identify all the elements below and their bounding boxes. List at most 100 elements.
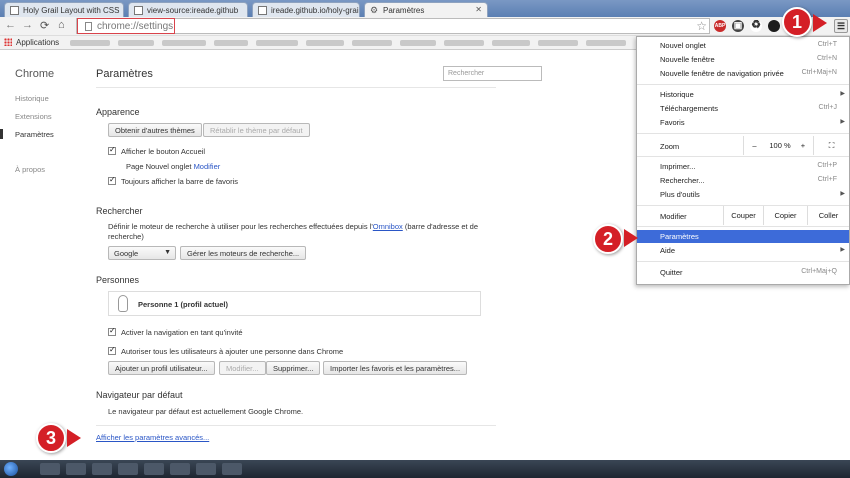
address-bar[interactable]: chrome://settings ☆	[76, 18, 710, 34]
back-icon[interactable]: ←	[5, 19, 16, 31]
step-badge-1: 1	[782, 7, 812, 37]
people-heading: Personnes	[96, 275, 140, 285]
divider	[96, 425, 496, 426]
guest-browsing-checkbox[interactable]: Activer la navigation en tant qu'invité	[108, 326, 243, 337]
menu-label: Zoom	[660, 142, 680, 151]
menu-label: Historique	[660, 90, 694, 99]
menu-item-more-tools[interactable]: Plus d'outils ▶	[637, 188, 849, 201]
sidebar-item-history[interactable]: Historique	[15, 94, 49, 103]
tab-ireade[interactable]: ireade.github.io/holy-grai	[252, 2, 360, 17]
manage-search-engines-button[interactable]: Gérer les moteurs de recherche...	[180, 246, 307, 260]
search-engine-select[interactable]: Google ▼	[108, 246, 176, 260]
sidebar-item-settings[interactable]: Paramètres	[15, 130, 54, 139]
menu-item-quit[interactable]: Quitter Ctrl+Maj+Q	[637, 266, 849, 279]
bookmark-item[interactable]	[306, 40, 344, 46]
close-tab-icon[interactable]: ✕	[475, 5, 482, 14]
bookmark-item[interactable]	[214, 40, 248, 46]
bookmark-star-icon[interactable]: ☆	[696, 19, 707, 33]
sidebar-title: Chrome	[15, 68, 55, 80]
menu-item-bookmarks[interactable]: Favoris ▶	[637, 116, 849, 129]
taskbar-app[interactable]	[92, 463, 112, 475]
recycle-icon[interactable]: ♻	[750, 20, 762, 32]
taskbar-app[interactable]	[40, 463, 60, 475]
get-themes-button[interactable]: Obtenir d'autres thèmes	[108, 123, 202, 137]
settings-search-input[interactable]: Rechercher	[443, 66, 542, 81]
home-icon[interactable]: ⌂	[58, 19, 65, 31]
default-browser-text: Le navigateur par défaut est actuellemen…	[108, 407, 304, 416]
taskbar-app[interactable]	[118, 463, 138, 475]
bookmark-item[interactable]	[256, 40, 298, 46]
bookmark-item[interactable]	[70, 40, 110, 46]
tab-parametres[interactable]: ⚙ Paramètres ✕	[364, 2, 488, 18]
translate-icon[interactable]: ▣	[732, 20, 744, 32]
menu-item-print[interactable]: Imprimer... Ctrl+P	[637, 160, 849, 173]
bookmark-item[interactable]	[352, 40, 392, 46]
show-advanced-link[interactable]: Afficher les paramètres avancés...	[96, 433, 209, 442]
bookmark-item[interactable]	[400, 40, 436, 46]
profile-list-item[interactable]: Personne 1 (profil actuel)	[108, 291, 481, 316]
step-badge-2: 2	[593, 224, 623, 254]
checkbox-checked-icon	[108, 345, 116, 355]
import-bookmarks-button[interactable]: Importer les favoris et les paramètres..…	[323, 361, 468, 375]
chrome-menu-icon[interactable]: ☰	[834, 19, 848, 33]
add-profile-button[interactable]: Ajouter un profil utilisateur...	[108, 361, 215, 375]
adblock-icon[interactable]: ABP	[714, 20, 726, 32]
bookmark-item[interactable]	[586, 40, 626, 46]
select-value: Google	[114, 249, 139, 258]
menu-label: Imprimer...	[660, 162, 696, 171]
reset-theme-button[interactable]: Rétablir le thème par défaut	[203, 123, 310, 137]
taskbar-app[interactable]	[144, 463, 164, 475]
taskbar-app[interactable]	[66, 463, 86, 475]
menu-item-history[interactable]: Historique ▶	[637, 88, 849, 101]
sidebar-selected-indicator	[0, 129, 3, 139]
submenu-arrow-icon: ▶	[840, 119, 845, 125]
sidebar-item-extensions[interactable]: Extensions	[15, 112, 52, 121]
allow-add-person-checkbox[interactable]: Autoriser tous les utilisateurs à ajoute…	[108, 345, 343, 356]
taskbar	[0, 460, 850, 478]
menu-item-settings[interactable]: Paramètres	[637, 230, 849, 243]
show-bookmarks-checkbox[interactable]: Toujours afficher la barre de favoris	[108, 175, 238, 186]
menu-item-new-tab[interactable]: Nouvel onglet Ctrl+T	[637, 39, 849, 52]
copy-button[interactable]: Copier	[763, 206, 807, 225]
remove-profile-button[interactable]: Supprimer...	[266, 361, 321, 375]
bookmark-item[interactable]	[118, 40, 154, 46]
omnibox-link[interactable]: Omnibox	[373, 222, 403, 231]
avatar-icon	[118, 295, 128, 312]
bookmark-item[interactable]	[444, 40, 484, 46]
bookmark-item[interactable]	[538, 40, 578, 46]
start-button-icon[interactable]	[4, 462, 18, 476]
tab-view-source[interactable]: view-source:ireade.github	[128, 2, 248, 17]
tab-holy-grail[interactable]: Holy Grail Layout with CSS	[4, 2, 124, 17]
zoom-out-button[interactable]: –	[743, 136, 765, 155]
bookmark-item[interactable]	[162, 40, 206, 46]
submenu-arrow-icon: ▶	[840, 247, 845, 253]
paste-button[interactable]: Coller	[807, 206, 849, 225]
modify-link[interactable]: Modifier	[194, 162, 221, 171]
step-arrow-1	[813, 14, 827, 32]
reload-icon[interactable]: ⟳	[40, 19, 49, 32]
taskbar-app[interactable]	[170, 463, 190, 475]
forward-icon[interactable]: →	[22, 19, 33, 31]
menu-item-help[interactable]: Aide ▶	[637, 244, 849, 257]
apps-bookmark[interactable]: Applications	[4, 38, 59, 47]
sidebar-item-about[interactable]: À propos	[15, 165, 45, 174]
extension-dark-icon[interactable]	[768, 20, 780, 32]
fullscreen-icon[interactable]: ⛶	[813, 136, 849, 155]
apps-label: Applications	[16, 38, 60, 47]
taskbar-app[interactable]	[196, 463, 216, 475]
default-browser-heading: Navigateur par défaut	[96, 390, 183, 400]
menu-item-incognito[interactable]: Nouvelle fenêtre de navigation privée Ctr…	[637, 67, 849, 80]
bookmark-item[interactable]	[492, 40, 530, 46]
cut-button[interactable]: Couper	[723, 206, 763, 225]
menu-shortcut: Ctrl+Maj+N	[801, 69, 837, 76]
zoom-in-button[interactable]: +	[795, 136, 811, 155]
edit-profile-button[interactable]: Modifier...	[219, 361, 266, 375]
taskbar-app[interactable]	[222, 463, 242, 475]
menu-item-downloads[interactable]: Téléchargements Ctrl+J	[637, 102, 849, 115]
show-home-checkbox[interactable]: Afficher le bouton Accueil	[108, 145, 205, 156]
settings-main: Paramètres Rechercher Apparence Obtenir …	[96, 50, 546, 460]
checkbox-label: Activer la navigation en tant qu'invité	[121, 328, 243, 337]
apps-grid-icon	[4, 38, 12, 46]
menu-item-find[interactable]: Rechercher... Ctrl+F	[637, 174, 849, 187]
menu-item-new-window[interactable]: Nouvelle fenêtre Ctrl+N	[637, 53, 849, 66]
